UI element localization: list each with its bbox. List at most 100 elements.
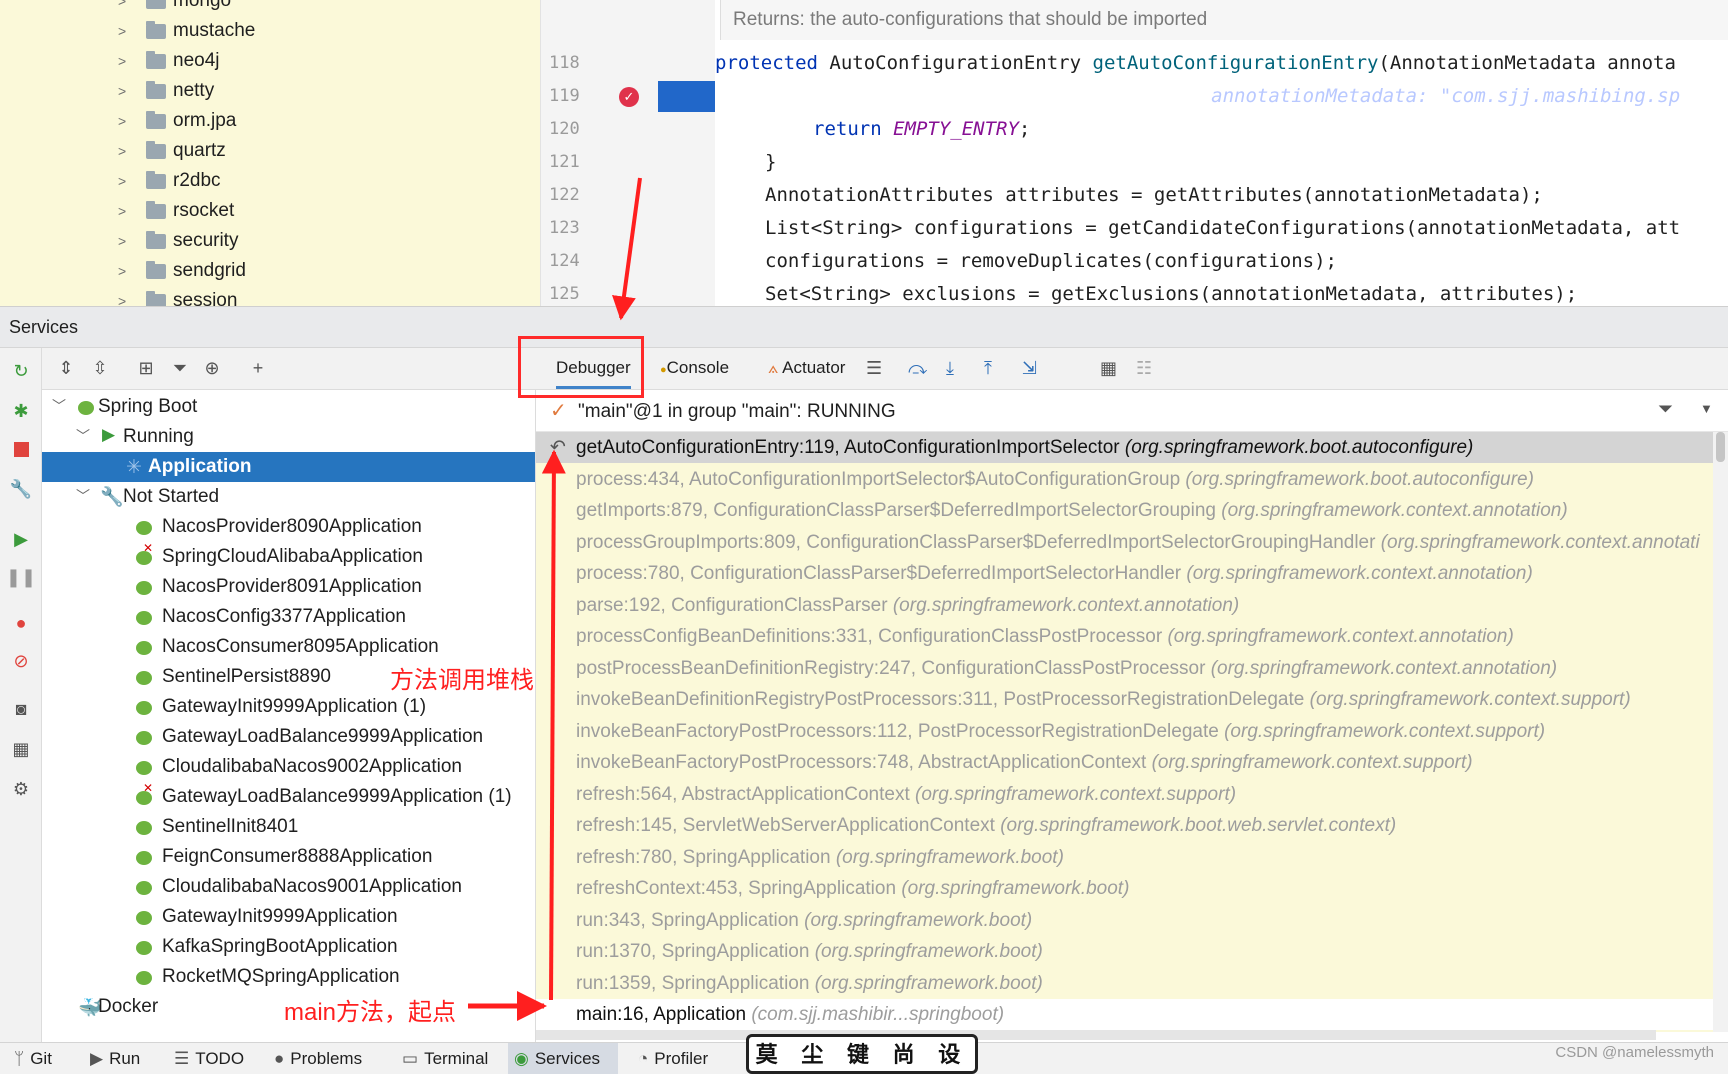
tool-profiler[interactable]: ◔ Profiler [632,1043,708,1074]
debug-icon[interactable]: ✱ [10,400,32,422]
tree-node-app[interactable]: CloudalibabaNacos9002Application [42,752,535,782]
tree-node-app[interactable]: NacosProvider8090Application [42,512,535,542]
thread-selector[interactable]: ✓ "main"@1 in group "main": RUNNING ⏷ ▼ [536,390,1728,432]
stack-frame[interactable]: process:434, AutoConfigurationImportSele… [536,464,1713,495]
run-to-cursor-icon[interactable]: ⇲ [1022,358,1037,379]
code-line-120: return EMPTY_ENTRY; [813,118,1031,140]
tree-node-app[interactable]: GatewayInit9999Application (1) [42,692,535,722]
stack-frame[interactable]: refresh:780, SpringApplication (org.spri… [536,842,1713,873]
filter-icon[interactable]: ⏷ [1658,399,1673,421]
layout-icon[interactable]: ▦ [10,738,32,760]
spring-boot-icon [136,641,152,655]
tree-node-app[interactable]: SentinelInit8401 [42,812,535,842]
tool-services[interactable]: ◉ Services [508,1043,618,1074]
folder-icon [146,230,166,249]
camera-icon[interactable]: ◙ [10,698,32,720]
tree-node-app[interactable]: NacosProvider8091Application [42,572,535,602]
tree-node-app[interactable]: NacosConsumer8095Application [42,632,535,662]
annotation-call-stack: 方法调用堆栈 [390,667,534,694]
tool-git[interactable]: ᛘ Git [8,1043,52,1074]
stack-frame[interactable]: invokeBeanFactoryPostProcessors:112, Pos… [536,716,1713,747]
step-into-icon[interactable]: ⤓ [946,358,954,379]
menu-icon[interactable]: ☰ [866,358,882,379]
mute-breakpoints-icon[interactable]: ⊘ [10,650,32,672]
stack-frame[interactable]: run:1370, SpringApplication (org.springf… [536,936,1713,967]
tree-node-not-started[interactable]: ﹀ 🔧 Not Started [42,482,535,512]
tab-console[interactable]: ●Console [660,358,729,378]
tool-problems[interactable]: ● Problems [268,1043,362,1074]
project-tree-item[interactable]: > netty [0,76,540,106]
frames-scrollbar[interactable] [1713,432,1728,1032]
tab-actuator[interactable]: ⟑ Actuator [768,358,845,378]
tool-run[interactable]: ▶ Run [84,1043,140,1074]
stop-icon[interactable] [10,438,32,460]
project-tree-item[interactable]: > sendgrid [0,256,540,286]
project-tree-item[interactable]: > r2dbc [0,166,540,196]
spring-boot-icon [136,821,152,835]
tree-node-application[interactable]: ✳ Application [42,452,535,482]
project-tree-item[interactable]: > orm.jpa [0,106,540,136]
tree-node-app[interactable]: GatewayLoadBalance9999Application [42,722,535,752]
tree-node-app[interactable]: RocketMQSpringApplication [42,962,535,992]
group-by-icon[interactable]: ⊞ [134,358,158,380]
wrench-icon[interactable]: 🔧 [10,478,32,500]
spring-boot-icon [136,541,153,565]
stack-frame[interactable]: refresh:564, AbstractApplicationContext … [536,779,1713,810]
line-number: 121 [549,152,580,172]
tree-node-app[interactable]: FeignConsumer8888Application [42,842,535,872]
stack-frame[interactable]: invokeBeanFactoryPostProcessors:748, Abs… [536,747,1713,778]
project-tree-item[interactable]: > quartz [0,136,540,166]
tree-node-app[interactable]: GatewayLoadBalance9999Application (1) [42,781,535,812]
collapse-all-icon[interactable]: ⇳ [88,358,112,380]
stack-frame[interactable]: run:343, SpringApplication (org.springfr… [536,905,1713,936]
stack-frame[interactable]: main:16, Application (com.sjj.mashibir..… [536,999,1713,1030]
tool-terminal[interactable]: ▭ Terminal [396,1043,488,1074]
project-tree-item[interactable]: > mongo [0,0,540,16]
add-service-icon[interactable]: + [246,358,270,380]
stack-frame[interactable]: refresh:145, ServletWebServerApplication… [536,810,1713,841]
project-tree-item[interactable]: > neo4j [0,46,540,76]
resume-icon[interactable]: ▶ [10,528,32,550]
project-tree-item[interactable]: > rsocket [0,196,540,226]
stack-frame[interactable]: process:780, ConfigurationClassParser$De… [536,558,1713,589]
step-out-icon[interactable]: ⤒ [984,358,992,379]
stack-frame[interactable]: refreshContext:453, SpringApplication (o… [536,873,1713,904]
breakpoint-icon[interactable]: ✓ [619,87,639,107]
stack-frame[interactable]: processGroupImports:809, ConfigurationCl… [536,527,1713,558]
code-editor[interactable]: Returns: the auto-configurations that sh… [715,0,1728,306]
tree-node-app[interactable]: SpringCloudAlibabaApplication [42,541,535,572]
chevron-down-icon: ﹀ [76,488,90,504]
tree-node-app[interactable]: KafkaSpringBootApplication [42,932,535,962]
stack-frame[interactable]: invokeBeanDefinitionRegistryPostProcesso… [536,684,1713,715]
stack-frame[interactable]: parse:192, ConfigurationClassParser (org… [536,590,1713,621]
step-over-icon[interactable]: ⤼ [908,358,927,379]
stack-frame[interactable]: ↶ getAutoConfigurationEntry:119, AutoConf… [536,432,1713,463]
evaluate-icon[interactable]: ▦ [1100,358,1117,379]
new-tab-icon[interactable]: ⊕ [200,358,224,380]
tree-node-spring-boot[interactable]: ﹀ Spring Boot [42,392,535,422]
expand-all-icon[interactable]: ⇕ [54,358,78,380]
tree-node-app[interactable]: GatewayInit9999Application [42,902,535,932]
chevron-right-icon: > [118,83,127,99]
tree-node-app[interactable]: NacosConfig3377Application [42,602,535,632]
settings-icon[interactable]: ⚙ [10,778,32,800]
stack-frame[interactable]: postProcessBeanDefinitionRegistry:247, C… [536,653,1713,684]
horizontal-scrollbar[interactable] [536,1030,1656,1040]
filter-icon[interactable]: ⏷ [168,358,192,380]
stack-frame[interactable]: processConfigBeanDefinitions:331, Config… [536,621,1713,652]
tool-todo[interactable]: ☰ TODO [168,1043,244,1074]
tree-node-app[interactable]: CloudalibabaNacos9001Application [42,872,535,902]
stack-frame[interactable]: getImports:879, ConfigurationClassParser… [536,495,1713,526]
stack-frame[interactable]: run:1359, SpringApplication (org.springf… [536,968,1713,999]
project-tree-item[interactable]: > session [0,286,540,306]
tree-node-running[interactable]: ﹀ ▶ Running [42,422,535,452]
trace-icon[interactable]: ☷ [1136,358,1152,379]
pause-icon[interactable]: ❚❚ [6,566,36,588]
view-breakpoints-icon[interactable]: ● [10,612,32,634]
line-number: 122 [549,185,580,205]
dropdown-icon[interactable]: ▼ [1700,401,1713,416]
rerun-icon[interactable]: ↻ [10,360,32,382]
services-tree: ﹀ Spring Boot ﹀ ▶ Running ✳ Application … [42,390,536,1042]
project-tree-item[interactable]: > mustache [0,16,540,46]
project-tree-item[interactable]: > security [0,226,540,256]
